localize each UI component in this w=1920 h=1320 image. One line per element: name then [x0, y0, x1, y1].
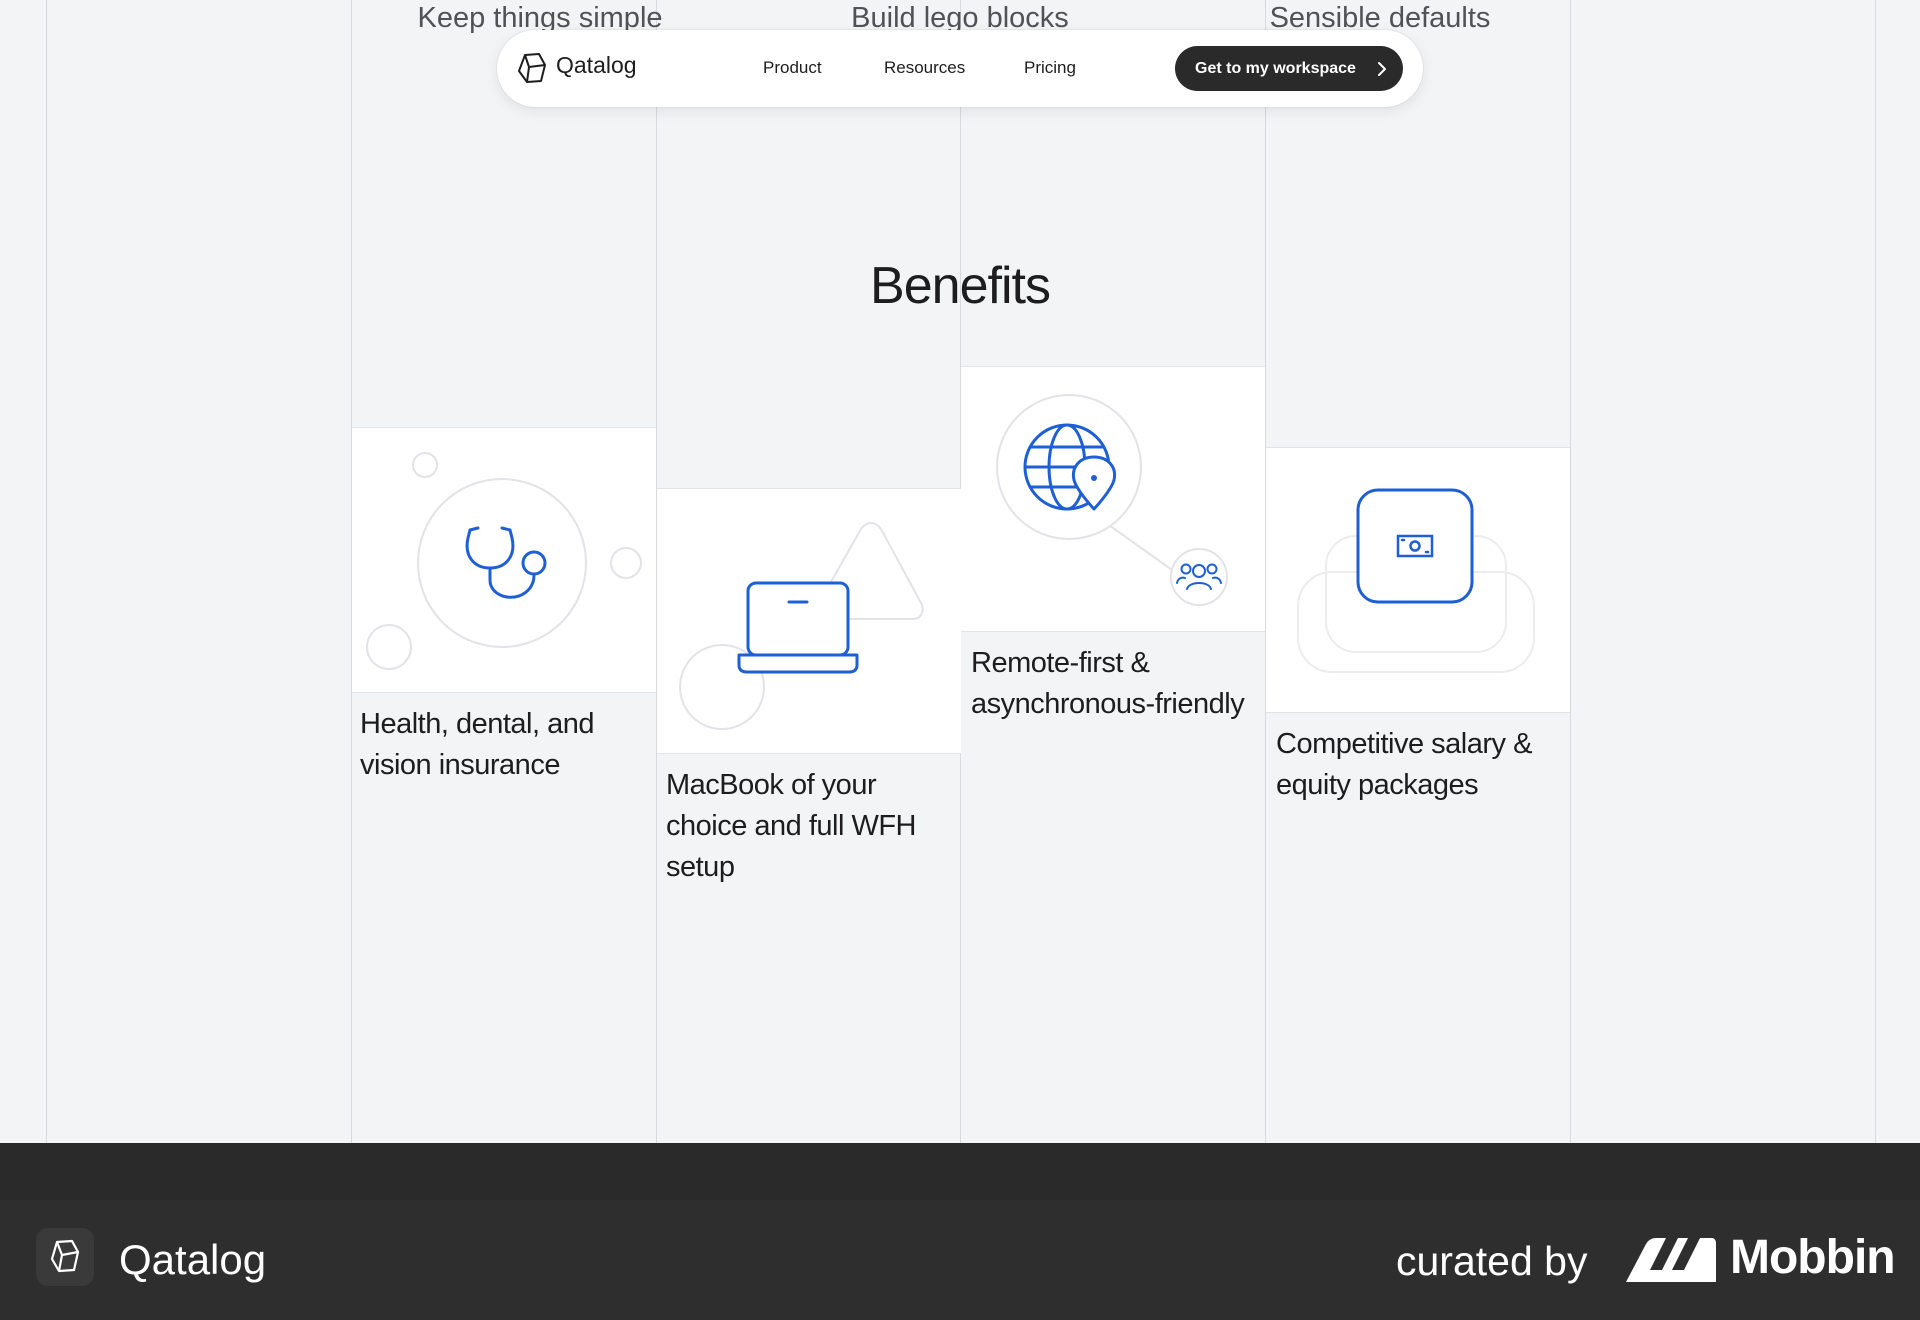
stethoscope-icon [366, 452, 642, 670]
mobbin-wordmark: Mobbin [1730, 1231, 1896, 1284]
top-navbar: Qatalog Product Resources Pricing Get to… [497, 30, 1423, 107]
footer-divider [0, 1143, 1920, 1200]
grid-line [46, 0, 47, 1143]
globe-location-icon [996, 394, 1228, 606]
chevron-right-icon [1378, 62, 1386, 76]
benefit-label-salary: Competitive salary & equity packages [1276, 728, 1532, 801]
nav-link-product[interactable]: Product [763, 58, 822, 78]
qatalog-app-icon [36, 1228, 94, 1286]
money-icon [1297, 488, 1535, 673]
benefit-illustration [657, 488, 961, 754]
curated-by-text: curated by [1396, 1238, 1588, 1284]
benefit-label-health: Health, dental, and vision insurance [360, 708, 594, 781]
benefit-label-macbook: MacBook of your choice and full WFH setu… [666, 769, 917, 883]
page-title: Benefits [870, 257, 1051, 315]
grid-line [1875, 0, 1876, 1143]
benefit-label-remote: Remote-first & asynchronous-friendly [971, 647, 1245, 720]
benefit-illustration [961, 366, 1265, 632]
mobbin-logo-icon [1626, 1238, 1716, 1282]
workspace-button-label: Get to my workspace [1195, 60, 1356, 77]
benefit-illustration [352, 427, 656, 693]
benefit-illustration [1266, 447, 1570, 713]
nav-brand-name[interactable]: Qatalog [556, 52, 637, 79]
grid-line [1570, 0, 1571, 1143]
nav-link-pricing[interactable]: Pricing [1024, 58, 1076, 78]
footer-brand-name: Qatalog [119, 1236, 267, 1283]
qatalog-logo-icon[interactable] [515, 51, 549, 85]
laptop-icon [679, 522, 924, 730]
nav-link-resources[interactable]: Resources [884, 58, 965, 78]
workspace-button[interactable]: Get to my workspace [1175, 46, 1403, 91]
footer: Qatalog curated by Mobbin [0, 1200, 1920, 1320]
